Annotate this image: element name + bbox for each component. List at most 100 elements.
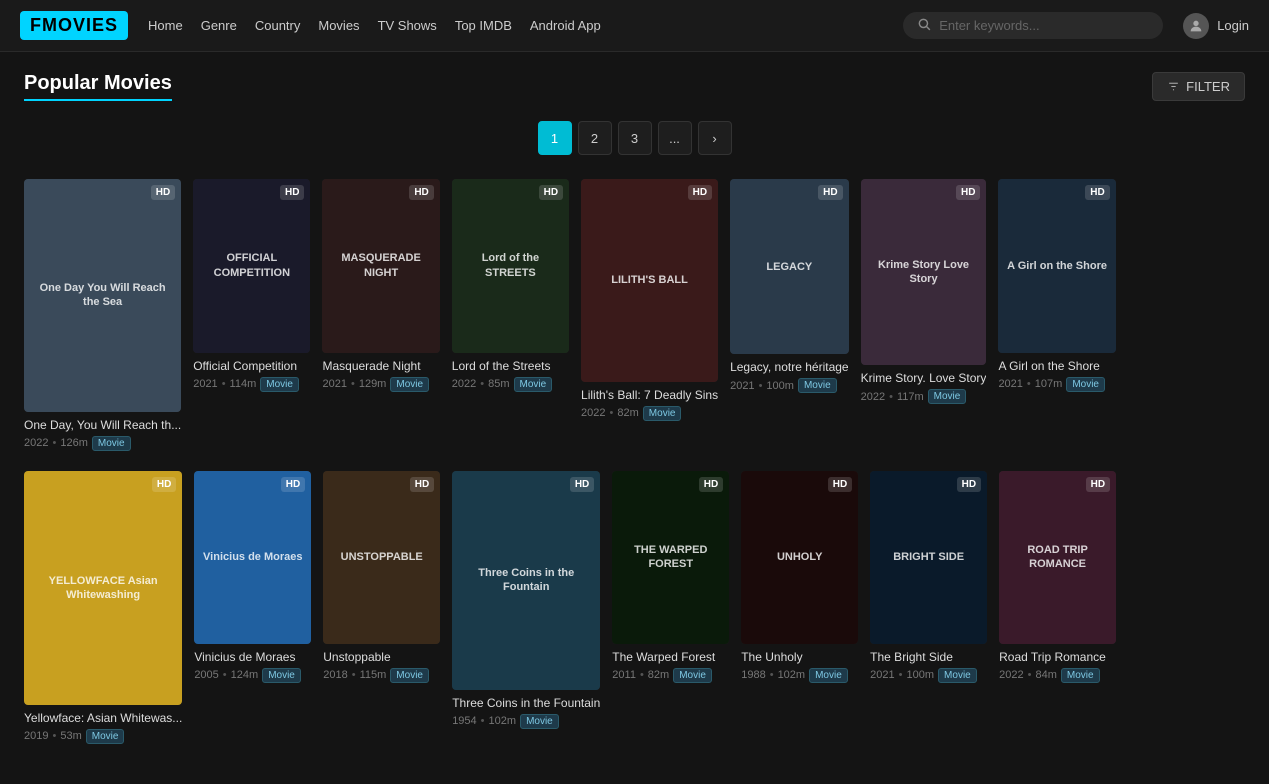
movie-title: Yellowface: Asian Whitewas... [24,711,182,725]
movie-year: 2021 [193,378,217,390]
poster-placeholder: Krime Story Love Story [861,179,987,365]
movie-type-badge: Movie [520,714,559,729]
movie-type-badge: Movie [798,378,837,393]
poster-placeholder: LEGACY [730,179,849,354]
movie-year: 2022 [999,669,1023,681]
movie-duration: 53m [60,730,81,742]
movie-duration: 102m [489,715,517,727]
movie-poster: UNHOLY HD [741,471,858,644]
movie-card[interactable]: ROAD TRIP ROMANCE HD Road Trip Romance 2… [999,471,1116,744]
movie-year: 2022 [861,391,885,403]
movie-card[interactable]: UNHOLY HD The Unholy 1988 • 102m Movie [741,471,858,744]
movie-duration: 102m [778,669,806,681]
dot: • [52,730,56,742]
movie-title: One Day, You Will Reach th... [24,418,181,432]
movie-duration: 85m [488,378,509,390]
hd-badge: HD [1086,477,1110,492]
movie-card[interactable]: OFFICIAL COMPETITION HD Official Competi… [193,179,310,451]
movie-card[interactable]: THE WARPED FOREST HD The Warped Forest 2… [612,471,729,744]
movie-card[interactable]: One Day You Will Reach the Sea HD One Da… [24,179,181,451]
page-btn-3[interactable]: 3 [618,121,652,155]
dot: • [759,380,763,392]
movie-title: Road Trip Romance [999,650,1116,664]
movie-card[interactable]: YELLOWFACE Asian Whitewashing HD Yellowf… [24,471,182,744]
movie-poster: LEGACY HD [730,179,849,354]
search-bar [903,12,1163,39]
search-input[interactable] [939,18,1149,33]
nav-androidapp[interactable]: Android App [530,18,601,33]
movie-card[interactable]: MASQUERADE NIGHT HD Masquerade Night 202… [322,179,439,451]
hd-badge: HD [281,477,305,492]
movie-title: The Unholy [741,650,858,664]
search-icon [917,17,931,34]
movie-type-badge: Movie [1066,377,1105,392]
movie-card[interactable]: Lord of the STREETS HD Lord of the Stree… [452,179,569,451]
movie-title: Vinicius de Moraes [194,650,311,664]
movie-poster: OFFICIAL COMPETITION HD [193,179,310,353]
movies-grid-row1: One Day You Will Reach the Sea HD One Da… [24,179,1245,451]
poster-placeholder: Vinicius de Moraes [194,471,311,644]
movie-poster: ROAD TRIP ROMANCE HD [999,471,1116,644]
pagination: 1 2 3 ... › [24,121,1245,155]
movie-card[interactable]: A Girl on the Shore HD A Girl on the Sho… [998,179,1115,451]
poster-placeholder: THE WARPED FOREST [612,471,729,644]
movie-poster: MASQUERADE NIGHT HD [322,179,439,353]
nav-tvshows[interactable]: TV Shows [378,18,437,33]
movie-title: The Warped Forest [612,650,729,664]
page-title: Popular Movies [24,72,172,101]
movie-poster: Lord of the STREETS HD [452,179,569,353]
nav-country[interactable]: Country [255,18,301,33]
dot: • [223,669,227,681]
page-btn-2[interactable]: 2 [578,121,612,155]
movie-card[interactable]: LEGACY HD Legacy, notre héritage 2021 • … [730,179,849,451]
dot: • [1027,378,1031,390]
movie-year: 2011 [612,669,636,681]
page-btn-1[interactable]: 1 [538,121,572,155]
movie-card[interactable]: Three Coins in the Fountain HD Three Coi… [452,471,600,744]
movie-type-badge: Movie [92,436,131,451]
hd-badge: HD [957,477,981,492]
movie-poster: UNSTOPPABLE HD [323,471,440,644]
hd-badge: HD [688,185,712,200]
dot: • [889,391,893,403]
movie-year: 2021 [870,669,894,681]
movie-card[interactable]: BRIGHT SIDE HD The Bright Side 2021 • 10… [870,471,987,744]
movie-title: Three Coins in the Fountain [452,696,600,710]
movie-duration: 107m [1035,378,1063,390]
hd-badge: HD [818,185,842,200]
dot: • [899,669,903,681]
movie-year: 2005 [194,669,218,681]
main-content: Popular Movies FILTER 1 2 3 ... › One Da… [0,52,1269,784]
movie-type-badge: Movie [260,377,299,392]
movie-card[interactable]: Krime Story Love Story HD Krime Story. L… [861,179,987,451]
nav-topimdb[interactable]: Top IMDB [455,18,512,33]
movie-card[interactable]: UNSTOPPABLE HD Unstoppable 2018 • 115m M… [323,471,440,744]
page-btn-ellipsis[interactable]: ... [658,121,692,155]
movie-meta: 2022 • 84m Movie [999,668,1116,683]
movie-meta: 2018 • 115m Movie [323,668,440,683]
poster-placeholder: One Day You Will Reach the Sea [24,179,181,412]
dot: • [640,669,644,681]
page-btn-next[interactable]: › [698,121,732,155]
movie-duration: 82m [617,407,638,419]
nav-movies[interactable]: Movies [318,18,359,33]
logo[interactable]: FMOVIES [20,11,128,40]
movie-duration: 126m [60,437,88,449]
poster-placeholder: LILITH'S BALL [581,179,718,382]
hd-badge: HD [956,185,980,200]
nav-home[interactable]: Home [148,18,183,33]
hd-badge: HD [409,185,433,200]
movie-type-badge: Movie [262,668,301,683]
movie-card[interactable]: Vinicius de Moraes HD Vinicius de Moraes… [194,471,311,744]
movie-title: Legacy, notre héritage [730,360,849,374]
filter-button[interactable]: FILTER [1152,72,1245,101]
login-area[interactable]: Login [1183,13,1249,39]
movie-meta: 2022 • 85m Movie [452,377,569,392]
movie-meta: 2021 • 100m Movie [870,668,987,683]
movie-title: Krime Story. Love Story [861,371,987,385]
movie-poster: LILITH'S BALL HD [581,179,718,382]
dot: • [222,378,226,390]
nav-genre[interactable]: Genre [201,18,237,33]
movie-card[interactable]: LILITH'S BALL HD Lilith's Ball: 7 Deadly… [581,179,718,451]
user-icon [1183,13,1209,39]
